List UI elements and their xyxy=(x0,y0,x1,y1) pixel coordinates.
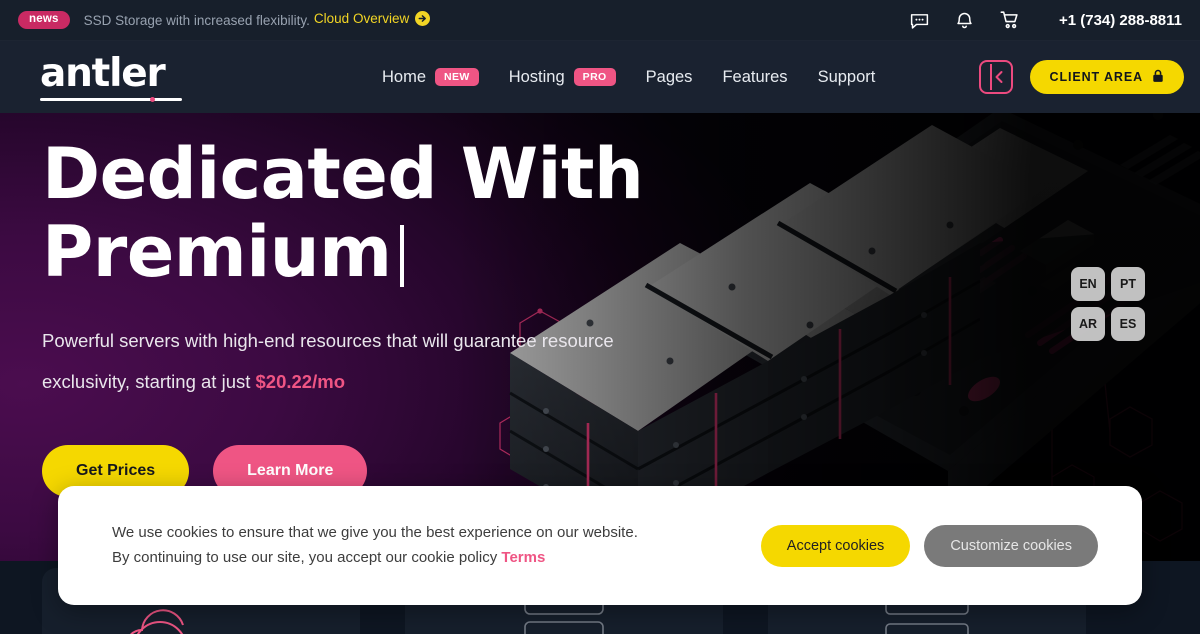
lang-chip-en[interactable]: EN xyxy=(1071,267,1105,301)
typing-caret xyxy=(399,225,404,288)
nav-label-hosting: Hosting xyxy=(508,67,565,86)
cookie-actions: Accept cookies Customize cookies xyxy=(760,524,1098,567)
navbar-actions: CLIENT AREA xyxy=(978,60,1184,94)
bell-icon[interactable] xyxy=(954,10,975,31)
nav-item-hosting[interactable]: Hosting PRO xyxy=(509,68,616,87)
nav-label-features: Features xyxy=(722,67,788,86)
cloud-overview-label: Cloud Overview xyxy=(313,11,410,26)
terms-link[interactable]: Terms xyxy=(501,549,545,566)
cookie-message: We use cookies to ensure that we give yo… xyxy=(112,521,638,571)
nav-badge-new: NEW xyxy=(435,67,479,87)
nav-item-support[interactable]: Support xyxy=(818,68,876,87)
client-area-button[interactable]: CLIENT AREA xyxy=(1029,60,1184,94)
nav-label-home: Home xyxy=(382,67,427,86)
lang-chip-es[interactable]: ES xyxy=(1111,307,1145,341)
sidebar-collapse-icon[interactable] xyxy=(978,60,1013,94)
logo-text: antler xyxy=(40,50,166,96)
nav-item-pages[interactable]: Pages xyxy=(646,68,693,87)
hero-subtitle: Powerful servers with high-end resources… xyxy=(42,320,732,403)
announcement-actions: +1 (734) 288-8811 xyxy=(909,9,1186,31)
hero-title-line1: Dedicated With xyxy=(42,133,644,215)
cart-icon[interactable] xyxy=(999,9,1021,31)
lang-chip-pt[interactable]: PT xyxy=(1111,267,1145,301)
nav-item-home[interactable]: Home NEW xyxy=(382,68,479,87)
hero-sub-line1: Powerful servers with high-end resources… xyxy=(42,329,614,351)
cookie-banner: We use cookies to ensure that we give yo… xyxy=(58,486,1142,605)
announcement-text: SSD Storage with increased flexibility. xyxy=(83,12,310,28)
accept-cookies-button[interactable]: Accept cookies xyxy=(760,524,911,567)
hero-content: Dedicated With Premium Powerful servers … xyxy=(0,113,1200,498)
cloud-overview-link[interactable]: Cloud Overview xyxy=(313,11,431,29)
panel-divider xyxy=(989,64,992,90)
nav-item-features[interactable]: Features xyxy=(722,68,787,87)
chat-icon[interactable] xyxy=(909,10,930,31)
phone-number[interactable]: +1 (734) 288-8811 xyxy=(1059,12,1182,29)
arrow-right-circle-icon xyxy=(415,11,431,29)
client-area-label: CLIENT AREA xyxy=(1049,70,1143,84)
language-switcher: EN PT AR ES xyxy=(1071,267,1145,341)
announcement-bar: news SSD Storage with increased flexibil… xyxy=(0,0,1200,41)
hero-title-line2: Premium xyxy=(42,211,392,294)
page-title: Dedicated With Premium xyxy=(42,135,702,292)
nav-label-pages: Pages xyxy=(645,67,693,86)
cookie-line-2-prefix: By continuing to use our site, you accep… xyxy=(112,548,502,566)
nav-label-support: Support xyxy=(817,67,876,86)
logo-underline xyxy=(40,96,182,102)
lang-chip-ar[interactable]: AR xyxy=(1071,307,1105,341)
logo[interactable]: antler xyxy=(40,50,182,102)
logo-dot xyxy=(150,96,155,102)
page-root: news SSD Storage with increased flexibil… xyxy=(0,0,1200,634)
nav-links: Home NEW Hosting PRO Pages Features Supp… xyxy=(382,68,875,87)
news-badge: news xyxy=(18,10,70,30)
customize-cookies-button[interactable]: Customize cookies xyxy=(924,524,1098,567)
lock-icon xyxy=(1152,69,1164,86)
main-navbar: antler Home NEW Hosting PRO Pages Featur… xyxy=(0,41,1200,113)
nav-badge-pro: PRO xyxy=(573,67,616,87)
hero-price: $20.22/mo xyxy=(255,371,345,393)
cookie-line-1: We use cookies to ensure that we give yo… xyxy=(112,523,638,541)
hero-sub-line2-prefix: exclusivity, starting at just xyxy=(42,371,256,393)
